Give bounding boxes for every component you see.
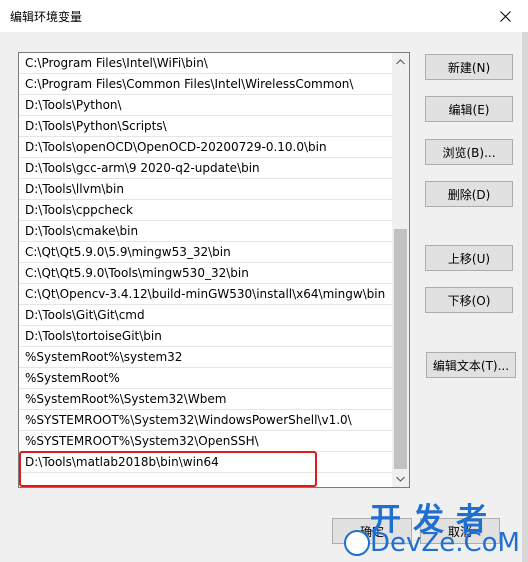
move-up-button[interactable]: 上移(U)	[425, 245, 513, 271]
watermark: 开发者 DevZe.CoM	[338, 494, 526, 560]
list-item[interactable]: %SystemRoot%\System32\Wbem	[19, 389, 393, 410]
vertical-scrollbar[interactable]	[392, 53, 409, 487]
list-item[interactable]: C:\Program Files\Intel\WiFi\bin\	[19, 53, 393, 74]
delete-button[interactable]: 删除(D)	[425, 181, 513, 207]
list-item[interactable]: %SystemRoot%\system32	[19, 347, 393, 368]
list-item[interactable]: D:\Tools\Git\Git\cmd	[19, 305, 393, 326]
list-item[interactable]: C:\Program Files\Common Files\Intel\Wire…	[19, 74, 393, 95]
edit-text-button[interactable]: 编辑文本(T)...	[426, 352, 516, 378]
list-item[interactable]: D:\Tools\tortoiseGit\bin	[19, 326, 393, 347]
window-title: 编辑环境变量	[10, 10, 83, 24]
scroll-down-button[interactable]	[392, 470, 409, 487]
highlight-box	[19, 451, 317, 487]
watermark-bottom-text: DevZe.CoM	[370, 528, 520, 558]
list-item[interactable]: %SYSTEMROOT%\System32\OpenSSH\	[19, 431, 393, 452]
window-edge	[522, 32, 528, 562]
chevron-down-icon	[396, 476, 405, 482]
list-item[interactable]: C:\Qt\Opencv-3.4.12\build-minGW530\insta…	[19, 284, 393, 305]
watermark-logo-icon	[344, 530, 370, 556]
list-item[interactable]: D:\Tools\cppcheck	[19, 200, 393, 221]
scroll-up-button[interactable]	[392, 53, 409, 70]
title-bar: 编辑环境变量	[0, 0, 528, 32]
edit-button[interactable]: 编辑(E)	[425, 96, 513, 122]
list-item[interactable]: D:\Tools\Python\	[19, 95, 393, 116]
scrollbar-thumb[interactable]	[394, 229, 407, 469]
list-item[interactable]: C:\Qt\Qt5.9.0\Tools\mingw530_32\bin	[19, 263, 393, 284]
list-item[interactable]: D:\Tools\gcc-arm\9 2020-q2-update\bin	[19, 158, 393, 179]
list-item[interactable]: C:\Qt\Qt5.9.0\5.9\mingw53_32\bin	[19, 242, 393, 263]
list-item[interactable]: D:\Tools\Python\Scripts\	[19, 116, 393, 137]
new-button[interactable]: 新建(N)	[425, 54, 513, 80]
path-list: C:\Program Files\Intel\WiFi\bin\ C:\Prog…	[19, 53, 393, 487]
list-item[interactable]: D:\Tools\openOCD\OpenOCD-20200729-0.10.0…	[19, 137, 393, 158]
chevron-up-icon	[396, 58, 405, 64]
list-item[interactable]: %SYSTEMROOT%\System32\WindowsPowerShell\…	[19, 410, 393, 431]
close-icon	[499, 10, 511, 22]
list-item[interactable]: D:\Tools\cmake\bin	[19, 221, 393, 242]
list-item[interactable]: D:\Tools\llvm\bin	[19, 179, 393, 200]
browse-button[interactable]: 浏览(B)...	[425, 139, 513, 165]
list-item[interactable]: %SystemRoot%	[19, 368, 393, 389]
close-button[interactable]	[482, 0, 528, 32]
move-down-button[interactable]: 下移(O)	[425, 287, 513, 313]
path-listbox[interactable]: C:\Program Files\Intel\WiFi\bin\ C:\Prog…	[18, 52, 410, 488]
